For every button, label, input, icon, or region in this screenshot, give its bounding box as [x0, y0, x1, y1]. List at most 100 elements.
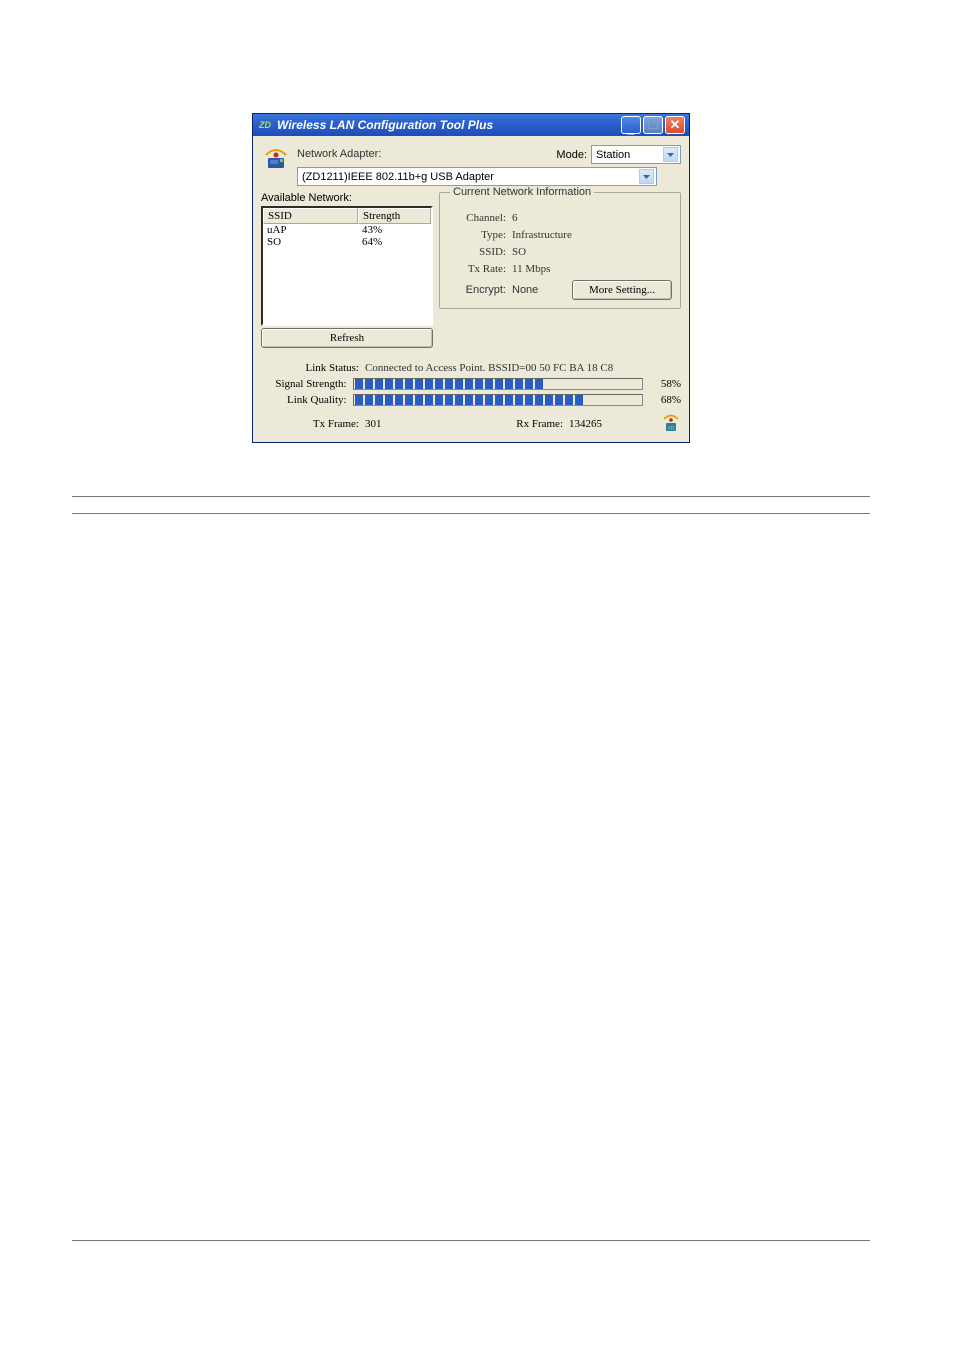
meter-segment — [465, 395, 473, 405]
meter-segment — [375, 395, 383, 405]
rx-frame-value: 134265 — [569, 418, 659, 430]
col-header-strength[interactable]: Strength — [358, 208, 431, 224]
meter-segment — [395, 395, 403, 405]
cell-strength: 43% — [358, 224, 431, 236]
adapter-label: Network Adapter: — [297, 148, 381, 160]
cell-strength: 64% — [358, 236, 431, 248]
meter-segment — [415, 395, 423, 405]
minimize-button[interactable]: _ — [621, 116, 641, 134]
close-button[interactable]: ✕ — [665, 116, 685, 134]
meter-segment — [525, 395, 533, 405]
meter-segment — [405, 395, 413, 405]
meter-segment — [405, 379, 413, 389]
available-network-list[interactable]: SSID Strength uAP43%SO64% — [261, 206, 433, 326]
wlan-config-dialog: ZD Wireless LAN Configuration Tool Plus … — [252, 113, 690, 443]
meter-segment — [415, 379, 423, 389]
encrypt-value: None — [512, 284, 538, 296]
meter-segment — [445, 395, 453, 405]
ssid-value: SO — [512, 246, 526, 258]
adapter-icon — [261, 144, 291, 174]
meter-segment — [495, 395, 503, 405]
meter-segment — [455, 379, 463, 389]
encrypt-label: Encrypt: — [448, 284, 506, 296]
cell-ssid: SO — [263, 236, 358, 248]
meter-segment — [365, 379, 373, 389]
txrate-value: 11 Mbps — [512, 263, 550, 275]
meter-segment — [435, 395, 443, 405]
meter-segment — [355, 379, 363, 389]
available-network-label: Available Network: — [261, 192, 433, 204]
link-quality-pct: 68% — [643, 394, 681, 406]
adapter-selected: (ZD1211)IEEE 802.11b+g USB Adapter — [302, 171, 639, 183]
meter-segment — [475, 379, 483, 389]
more-setting-button[interactable]: More Setting... — [572, 280, 672, 300]
meter-segment — [375, 379, 383, 389]
meter-segment — [535, 379, 543, 389]
meter-segment — [395, 379, 403, 389]
meter-segment — [355, 395, 363, 405]
meter-segment — [455, 395, 463, 405]
meter-segment — [535, 395, 543, 405]
link-quality-label: Link Quality: — [261, 394, 353, 406]
meter-segment — [505, 379, 513, 389]
meter-segment — [515, 379, 523, 389]
rx-frame-label: Rx Frame: — [435, 418, 569, 430]
signal-strength-label: Signal Strength: — [261, 378, 353, 390]
app-icon: ZD — [257, 117, 273, 133]
titlebar[interactable]: ZD Wireless LAN Configuration Tool Plus … — [253, 114, 689, 136]
meter-segment — [515, 395, 523, 405]
meter-segment — [425, 395, 433, 405]
tx-frame-label: Tx Frame: — [261, 418, 365, 430]
meter-segment — [545, 395, 553, 405]
chevron-down-icon — [663, 147, 678, 162]
network-info-group: Current Network Information Channel: 6 T… — [439, 192, 681, 309]
refresh-button[interactable]: Refresh — [261, 328, 433, 348]
link-quality-meter — [353, 394, 643, 406]
meter-segment — [435, 379, 443, 389]
meter-segment — [425, 379, 433, 389]
adapter-dropdown[interactable]: (ZD1211)IEEE 802.11b+g USB Adapter — [297, 167, 657, 186]
channel-value: 6 — [512, 212, 518, 224]
list-item[interactable]: SO64% — [263, 236, 431, 248]
page-divider — [72, 513, 870, 514]
client-area: Network Adapter: Mode: Station (ZD1211)I… — [253, 136, 689, 442]
cell-ssid: uAP — [263, 224, 358, 236]
meter-segment — [505, 395, 513, 405]
meter-segment — [475, 395, 483, 405]
svg-text:ZD: ZD — [668, 427, 675, 432]
list-item[interactable]: uAP43% — [263, 224, 431, 236]
meter-segment — [485, 379, 493, 389]
signal-strength-pct: 58% — [643, 378, 681, 390]
type-label: Type: — [448, 229, 506, 241]
maximize-button: ☐ — [643, 116, 663, 134]
meter-segment — [485, 395, 493, 405]
meter-segment — [565, 395, 573, 405]
mode-selected: Station — [596, 149, 663, 161]
window-title: Wireless LAN Configuration Tool Plus — [277, 118, 621, 132]
page-divider — [72, 1240, 870, 1241]
meter-segment — [465, 379, 473, 389]
mode-dropdown[interactable]: Station — [591, 145, 681, 164]
mode-label: Mode: — [556, 149, 587, 161]
meter-segment — [385, 379, 393, 389]
network-info-legend: Current Network Information — [450, 186, 594, 198]
signal-strength-meter — [353, 378, 643, 390]
meter-segment — [555, 395, 563, 405]
txrate-label: Tx Rate: — [448, 263, 506, 275]
ssid-label: SSID: — [448, 246, 506, 258]
usb-link-icon: ZD — [659, 414, 681, 434]
meter-segment — [445, 379, 453, 389]
meter-segment — [575, 395, 583, 405]
meter-segment — [385, 395, 393, 405]
meter-segment — [525, 379, 533, 389]
col-header-ssid[interactable]: SSID — [263, 208, 358, 224]
tx-frame-value: 301 — [365, 418, 435, 430]
channel-label: Channel: — [448, 212, 506, 224]
link-status-label: Link Status: — [261, 362, 365, 374]
meter-segment — [495, 379, 503, 389]
type-value: Infrastructure — [512, 229, 572, 241]
chevron-down-icon — [639, 169, 654, 184]
link-status-value: Connected to Access Point. BSSID=00 50 F… — [365, 362, 681, 374]
meter-segment — [365, 395, 373, 405]
page-divider — [72, 496, 870, 497]
